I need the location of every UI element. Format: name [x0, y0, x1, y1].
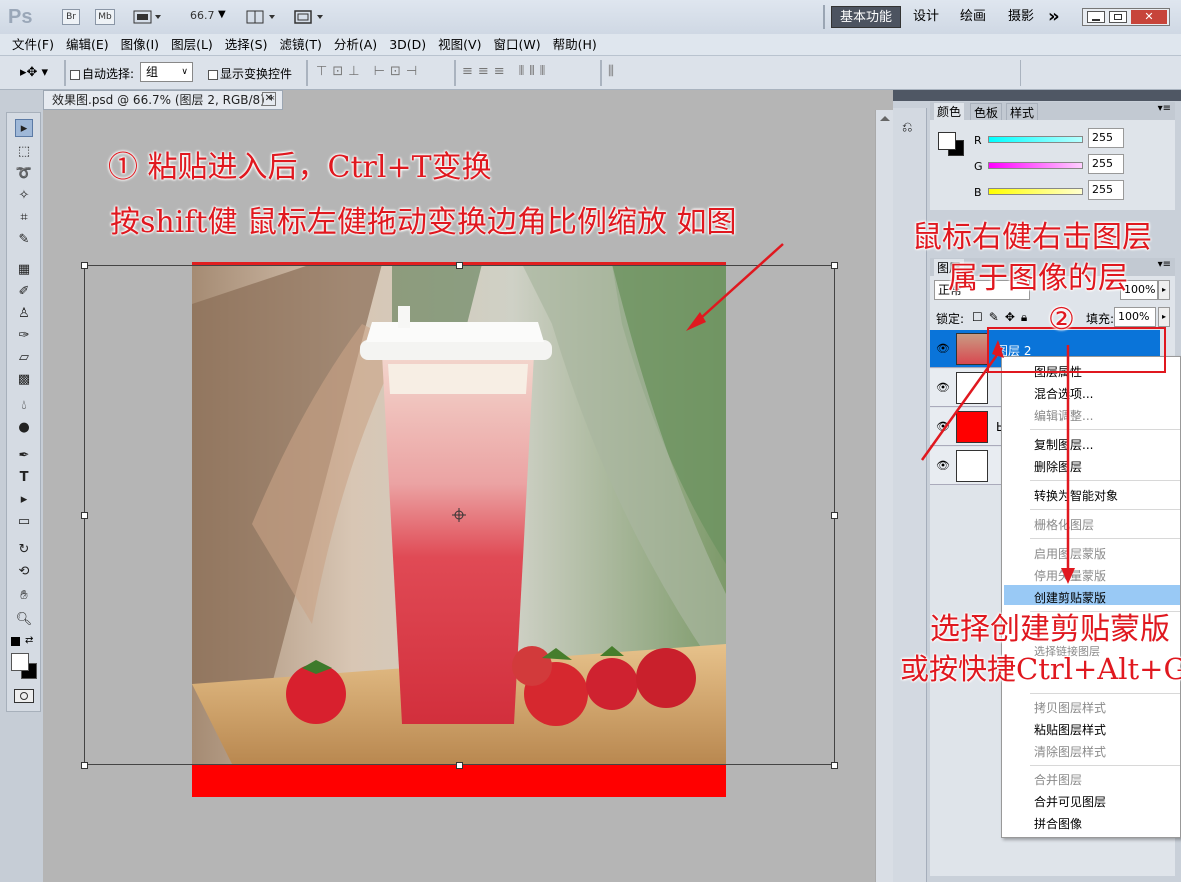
annotation-right-click-line2: 属于图像的层 [948, 261, 1128, 296]
annotation-choose-line2: 或按快捷Ctrl+Alt+G [900, 652, 1181, 686]
photoshop-window: Ps Br Mb 66.7 ▼ 基本功能 设计 绘画 摄影 » ✕ 文件(F) 编… [0, 0, 1181, 882]
annotation-step2: ② [1048, 302, 1075, 337]
annotation-choose-line1: 选择创建剪贴蒙版 [930, 612, 1170, 647]
annotation-arrows [686, 243, 1075, 584]
annotation-right-click-line1: 鼠标右健右击图层 [912, 220, 1152, 255]
annotation-step1-line2: 按shift健 鼠标左健拖动变换边角比例缩放 如图 [110, 205, 737, 240]
annotation-step1-line1: ① 粘贴进入后，Ctrl+T变换 [108, 150, 492, 185]
